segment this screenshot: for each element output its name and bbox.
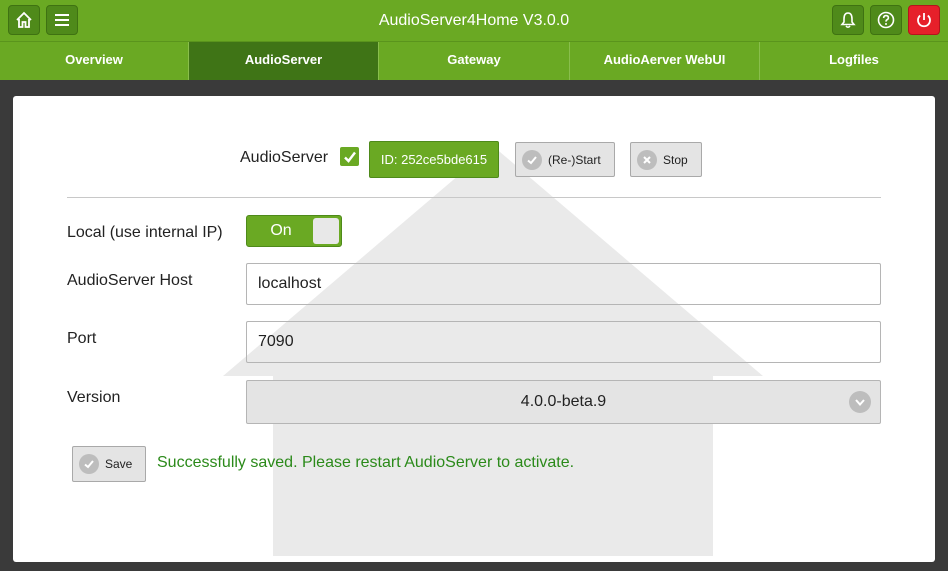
close-circle-icon — [637, 149, 657, 170]
save-button[interactable]: Save — [72, 446, 146, 482]
tab-logfiles[interactable]: Logfiles — [760, 42, 948, 80]
app-header: AudioServer4Home V3.0.0 — [0, 0, 948, 42]
stop-button[interactable]: Stop — [630, 142, 702, 177]
bell-icon — [840, 12, 856, 29]
tab-audioserver-webui[interactable]: AudioAerver WebUI — [570, 42, 760, 80]
port-label: Port — [67, 330, 97, 347]
status-message: Successfully saved. Please restart Audio… — [157, 454, 575, 471]
divider — [67, 197, 881, 198]
restart-label: (Re-)Start — [548, 152, 601, 167]
notifications-button[interactable] — [832, 5, 864, 35]
check-circle-icon — [79, 454, 99, 474]
chevron-down-icon — [849, 391, 871, 413]
version-label: Version — [67, 389, 121, 406]
audioserver-label: AudioServer — [240, 149, 329, 166]
restart-button[interactable]: (Re-)Start — [515, 142, 615, 177]
help-icon — [877, 11, 895, 29]
local-toggle-state: On — [270, 222, 292, 239]
save-label: Save — [105, 457, 133, 471]
port-input[interactable] — [246, 321, 881, 363]
main-tabs: Overview AudioServer Gateway AudioAerver… — [0, 42, 948, 80]
version-value: 4.0.0-beta.9 — [520, 393, 607, 410]
local-label: Local (use internal IP) — [67, 224, 223, 241]
power-icon — [917, 13, 931, 28]
tab-audioserver[interactable]: AudioServer — [189, 42, 379, 80]
check-circle-icon — [522, 149, 542, 170]
audioserver-enabled-checkbox[interactable] — [340, 147, 359, 166]
stop-label: Stop — [663, 152, 688, 167]
version-select[interactable]: 4.0.0-beta.9 — [246, 380, 881, 424]
checkmark-icon — [343, 151, 356, 163]
app-title: AudioServer4Home V3.0.0 — [378, 12, 570, 29]
toggle-knob — [313, 218, 339, 244]
host-label: AudioServer Host — [67, 272, 193, 289]
tab-gateway[interactable]: Gateway — [379, 42, 570, 80]
audioserver-id-button[interactable]: ID: 252ce5bde615 — [369, 141, 499, 178]
settings-card: AudioServer ID: 252ce5bde615 (Re-)Start … — [13, 96, 935, 562]
host-input[interactable] — [246, 263, 881, 305]
tab-overview[interactable]: Overview — [0, 42, 189, 80]
power-button[interactable] — [908, 5, 940, 35]
help-button[interactable] — [870, 5, 902, 35]
local-toggle[interactable]: On — [246, 215, 342, 247]
